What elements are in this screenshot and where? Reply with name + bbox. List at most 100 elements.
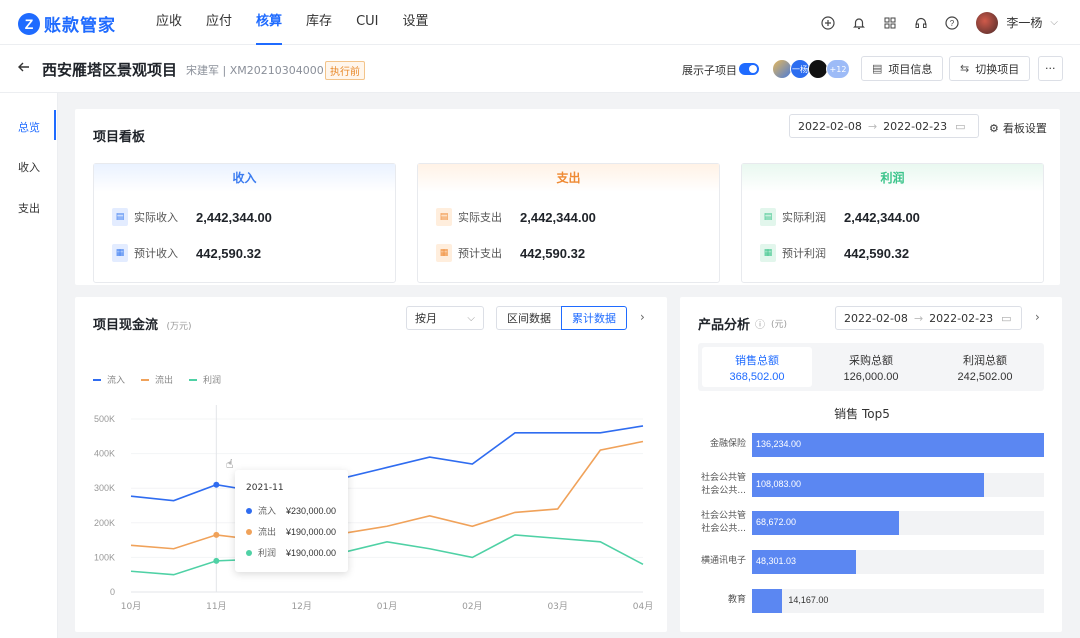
nav-item-receivable[interactable]: 应收 [156,0,182,45]
tooltip-dot [246,528,252,535]
more-button[interactable]: ··· [1038,56,1063,81]
arrow-right-icon: → [867,119,878,133]
bar [752,589,783,613]
profit-plan-row: ▦ 预计利润 442,590.32 [760,244,909,262]
sidebar-item-overview[interactable]: 总览 [18,119,40,135]
sidebar-item-expense[interactable]: 支出 [18,200,40,216]
profit-plan-value: 442,590.32 [844,245,910,261]
project-board-panel: 项目看板 2022-02-08 → 2022-02-23 ▭ ⚙ 看板设置 收入… [75,109,1060,285]
project-info-label: 项目信息 [888,62,933,76]
tooltip-label: 流入 [258,507,277,517]
bar-track[interactable]: 136,234.00 [752,433,1044,457]
bar-track[interactable]: 14,167.00 [752,589,1044,613]
x-tick-label: 03月 [547,601,567,612]
status-badge: 执行前 [325,61,365,80]
tab-purchase-total[interactable]: 采购总额 126,000.00 [816,347,926,387]
expense-plan-row: ▦ 预计支出 442,590.32 [436,244,585,262]
project-info-button[interactable]: ▤ 项目信息 [861,56,944,81]
expense-card-title: 支出 [418,164,719,192]
profit-actual-label: 实际利润 [782,211,826,224]
bar-track[interactable]: 68,672.00 [752,511,1044,535]
apps-grid-icon[interactable] [883,16,897,30]
chart-tooltip: 2021-11 流入 ¥230,000.00 流出 ¥190,000.00 利润… [235,470,348,572]
tab-profit-total[interactable]: 利润总额 242,502.00 [930,347,1040,387]
date-end: 2022-02-23 [929,311,994,325]
expense-card: 支出 ▤ 实际支出 2,442,344.00 ▦ 预计支出 442,590.32 [417,163,720,283]
switch-project-button[interactable]: ⇆ 切换项目 [949,56,1031,81]
y-tick-label: 300K [94,483,115,493]
bar-value-label: 136,234.00 [756,439,802,449]
nav-item-cui[interactable]: CUI [356,0,378,45]
project-title: 西安雁塔区景观项目 [42,61,178,79]
tab-value: 242,502.00 [957,371,1013,383]
bar-track[interactable]: 48,301.03 [752,550,1044,574]
switch-project-label: 切换项目 [975,62,1020,76]
income-plan-value: 442,590.32 [196,245,262,261]
logo-mark: Z [18,12,40,35]
gear-icon: ⚙ [989,121,999,135]
headset-icon[interactable] [914,16,928,30]
tab-label: 利润总额 [963,354,1007,367]
add-circle-icon[interactable] [821,15,835,30]
board-settings-button[interactable]: ⚙ 看板设置 [989,120,1047,136]
income-card-title: 收入 [94,164,395,192]
x-tick-label: 12月 [291,601,311,612]
info-icon[interactable]: ⓘ [755,316,765,331]
member-avatar[interactable]: 一杨 [790,59,810,79]
bar-category-label: 金融保险 [709,439,746,449]
member-more-badge[interactable]: +12 [826,59,850,79]
nav-item-accounting[interactable]: 核算 [256,0,283,45]
board-date-range[interactable]: 2022-02-08 → 2022-02-23 ▭ [789,114,979,138]
help-icon[interactable]: ? [945,15,959,30]
date-start: 2022-02-08 [798,119,862,133]
tooltip-dot [246,507,252,514]
profit-card: 利润 ▤ 实际利润 2,442,344.00 ▦ 预计利润 442,590.32 [741,163,1044,283]
income-actual-label: 实际收入 [134,211,178,224]
series-line-利润 [130,534,644,576]
bell-icon[interactable] [852,16,866,30]
back-arrow-icon[interactable] [17,60,31,77]
member-avatar[interactable] [808,59,828,79]
member-avatar[interactable] [772,59,792,79]
bar-value-label: 48,301.03 [756,556,797,566]
tab-label: 销售总额 [735,354,779,367]
date-start: 2022-02-08 [844,311,908,325]
y-tick-label: 500K [94,414,115,424]
nav-item-inventory[interactable]: 库存 [306,0,332,45]
member-avatars[interactable]: 一杨 +12 [772,59,850,79]
tooltip-value: ¥190,000.00 [286,526,337,537]
profit-actual-row: ▤ 实际利润 2,442,344.00 [760,208,920,226]
sidebar-active-indicator [54,110,56,140]
bar-value-label: 68,672.00 [756,517,797,527]
show-subproject-toggle[interactable] [739,63,759,75]
product-date-range[interactable]: 2022-02-08 → 2022-02-23 ▭ [835,306,1022,330]
sidebar-item-income[interactable]: 收入 [18,159,40,175]
nav-item-settings[interactable]: 设置 [403,0,429,45]
chevron-down-icon[interactable]: ⌵ [1050,17,1058,28]
date-end: 2022-02-23 [883,119,948,133]
cashflow-line-chart[interactable]: 0 100K 200K 300K 400K 500K 10月 11月 12月 01月 02月 03月 0… [75,297,667,632]
calendar-icon: ▭ [955,119,966,133]
expense-actual-row: ▤ 实际支出 2,442,344.00 [436,208,596,226]
tab-value: 126,000.00 [843,371,899,383]
tooltip-label: 利润 [258,549,277,559]
product-analysis-panel: 产品分析 ⓘ (元) 2022-02-08 → 2022-02-23 ▭ › 销… [680,297,1062,632]
receipt-icon: ▤ [436,208,452,226]
income-actual-value: 2,442,344.00 [196,209,272,225]
project-header: 西安雁塔区景观项目 宋建军 | XM202103040001 执行前 展示子项目… [0,45,1080,93]
show-subproject-label: 展示子项目 [682,64,737,77]
tooltip-dot [246,549,252,556]
nav-item-payable[interactable]: 应付 [206,0,232,45]
user-name[interactable]: 李一杨 [1006,14,1042,31]
profit-card-title: 利润 [742,164,1043,192]
tab-sales-total[interactable]: 销售总额 368,502.00 [702,347,812,387]
user-avatar[interactable] [976,11,999,34]
x-tick-label: 10月 [121,601,141,612]
product-unit: (元) [771,320,788,330]
bar-track[interactable]: 108,083.00 [752,473,1044,497]
chevron-right-icon[interactable]: › [1035,310,1040,324]
series-point [213,531,220,538]
y-tick-label: 200K [94,518,115,528]
income-card: 收入 ▤ 实际收入 2,442,344.00 ▦ 预计收入 442,590.32 [93,163,396,283]
app-logo[interactable]: Z 账款管家 [18,11,116,36]
